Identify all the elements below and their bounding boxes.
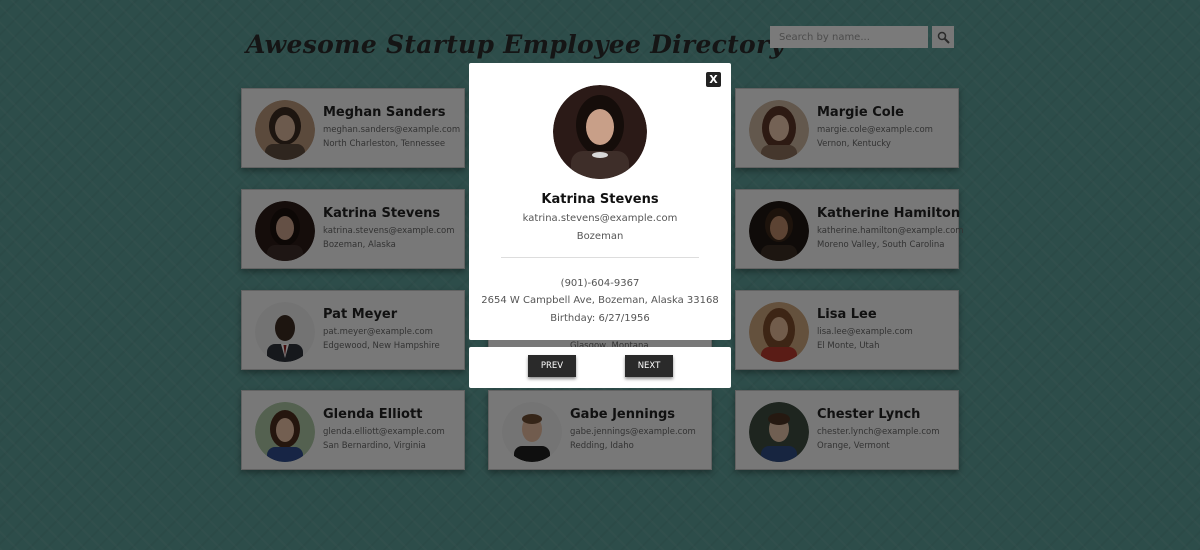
modal-employee-name: Katrina Stevens	[541, 192, 659, 207]
modal-divider	[501, 257, 699, 258]
modal-employee-address: 2654 W Campbell Ave, Bozeman, Alaska 331…	[481, 295, 719, 306]
modal-close-button[interactable]: X	[706, 72, 721, 87]
modal-employee-photo	[553, 85, 647, 179]
modal-navigation: PREV NEXT	[469, 347, 731, 388]
modal-employee-phone: (901)-604-9367	[560, 278, 640, 289]
prev-button[interactable]: PREV	[528, 355, 576, 377]
next-button[interactable]: NEXT	[625, 355, 673, 377]
modal-employee-email: katrina.stevens@example.com	[522, 213, 678, 224]
modal-employee-city: Bozeman	[576, 231, 624, 242]
modal-employee-birthday: Birthday: 6/27/1956	[550, 313, 650, 324]
employee-modal: X Katrina Stevens katrina.stevens@exampl…	[469, 63, 731, 340]
